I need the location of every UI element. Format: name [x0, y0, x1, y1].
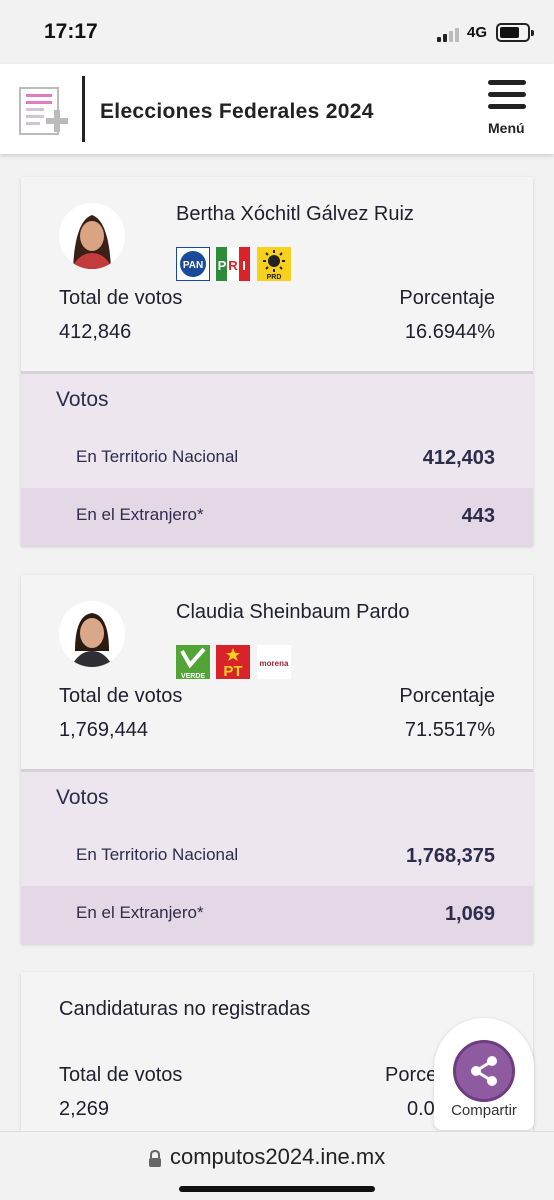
- candidate-name: Claudia Sheinbaum Pardo: [176, 601, 410, 623]
- svg-text:PT: PT: [223, 663, 242, 679]
- candidate-avatar: [59, 203, 125, 269]
- svg-text:morena: morena: [260, 659, 289, 668]
- votes-row-abroad: En el Extranjero* 443: [21, 488, 533, 546]
- votes-row-value: 1,069: [444, 903, 495, 925]
- candidate-card: Bertha Xóchitl Gálvez Ruiz PAN P R I PRD…: [21, 177, 533, 546]
- candidate-name: Bertha Xóchitl Gálvez Ruiz: [176, 203, 414, 225]
- votes-section-title: Votos: [56, 786, 109, 809]
- total-votes-label: Total de votos: [59, 1064, 183, 1086]
- header-divider: [82, 76, 85, 142]
- share-icon: [453, 1040, 515, 1102]
- status-time: 17:17: [44, 20, 98, 43]
- percentage-value: 0.0: [407, 1098, 435, 1120]
- svg-text:P: P: [218, 258, 227, 273]
- total-votes-label: Total de votos: [59, 287, 183, 309]
- svg-text:VERDE: VERDE: [181, 673, 205, 679]
- menu-button[interactable]: Menú: [484, 80, 538, 140]
- candidate-avatar: [59, 601, 125, 667]
- lock-icon: [148, 1149, 162, 1168]
- votes-breakdown: Votos En Territorio Nacional 1,768,375 E…: [21, 769, 533, 944]
- network-type: 4G: [467, 24, 488, 41]
- svg-text:I: I: [242, 258, 246, 273]
- url-text: computos2024.ine.mx: [170, 1144, 386, 1169]
- total-votes-value: 1,769,444: [59, 719, 148, 741]
- votes-row-value: 412,403: [422, 447, 495, 469]
- votes-row-label: En el Extranjero*: [76, 505, 204, 524]
- percentage-label: Porcentaje: [399, 287, 495, 309]
- pri-logo-icon: P R I: [216, 247, 250, 281]
- pan-logo-icon: PAN: [175, 246, 211, 282]
- browser-address-bar[interactable]: computos2024.ine.mx: [0, 1131, 554, 1200]
- percentage-label: Porce: [385, 1064, 438, 1086]
- votes-row-value: 443: [461, 505, 495, 527]
- votes-row-value: 1,768,375: [406, 845, 495, 867]
- page-title: Elecciones Federales 2024: [100, 100, 374, 123]
- votes-section-title: Votos: [56, 388, 109, 411]
- svg-text:PRD: PRD: [267, 274, 282, 281]
- votes-row-label: En el Extranjero*: [76, 903, 204, 922]
- candidate-card: Claudia Sheinbaum Pardo VERDE PT morena …: [21, 575, 533, 944]
- votes-row-national: En Territorio Nacional 1,768,375: [21, 828, 533, 886]
- percentage-value: 16.6944%: [404, 321, 495, 343]
- share-button[interactable]: Compartir: [434, 1018, 534, 1130]
- verde-logo-icon: VERDE: [176, 645, 210, 680]
- total-votes-value: 412,846: [59, 321, 132, 343]
- status-bar: 17:17 4G: [0, 0, 554, 64]
- percentage-value: 71.5517%: [404, 719, 495, 741]
- site-header: Elecciones Federales 2024 Menú: [0, 64, 554, 154]
- unregistered-title: Candidaturas no registradas: [59, 998, 311, 1020]
- logo-icon[interactable]: [18, 84, 74, 138]
- share-label: Compartir: [451, 1102, 517, 1119]
- votes-row-label: En Territorio Nacional: [76, 447, 239, 466]
- svg-text:R: R: [228, 258, 238, 273]
- battery-icon: [496, 23, 534, 42]
- signal-icon: [437, 26, 463, 42]
- svg-text:PAN: PAN: [183, 260, 203, 271]
- total-votes-value: 2,269: [59, 1098, 110, 1120]
- prd-logo-icon: PRD: [257, 247, 291, 281]
- votes-row-abroad: En el Extranjero* 1,069: [21, 886, 533, 944]
- percentage-label: Porcentaje: [399, 685, 495, 707]
- home-indicator[interactable]: [179, 1186, 375, 1192]
- total-votes-label: Total de votos: [59, 685, 183, 707]
- menu-label: Menú: [488, 120, 525, 136]
- votes-row-label: En Territorio Nacional: [76, 845, 239, 864]
- votes-breakdown: Votos En Territorio Nacional 412,403 En …: [21, 371, 533, 546]
- morena-logo-icon: morena: [257, 645, 291, 679]
- votes-row-national: En Territorio Nacional 412,403: [21, 430, 533, 488]
- pt-logo-icon: PT: [216, 645, 250, 680]
